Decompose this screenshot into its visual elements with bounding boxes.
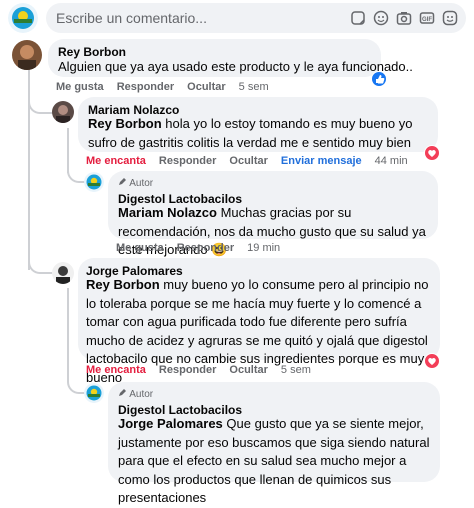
reply-button[interactable]: Responder bbox=[159, 364, 216, 376]
loved-button[interactable]: Me encanta bbox=[86, 155, 146, 167]
thread-curve-3 bbox=[28, 240, 54, 274]
mention-link[interactable]: Rey Borbon bbox=[86, 277, 160, 292]
pencil-icon bbox=[119, 178, 126, 185]
avatar-mariam-nolazco[interactable] bbox=[52, 101, 74, 123]
logo-icon bbox=[8, 3, 38, 33]
logo-icon bbox=[84, 383, 104, 403]
author-badge-label: Autor bbox=[129, 389, 154, 400]
avatar-rey-borbon[interactable] bbox=[12, 40, 42, 70]
send-message-button[interactable]: Enviar mensaje bbox=[281, 155, 362, 167]
timestamp[interactable]: 19 min bbox=[247, 242, 280, 254]
comment-placeholder: Escribe un comentario... bbox=[56, 10, 207, 26]
avatar-digestol-1[interactable] bbox=[84, 172, 104, 192]
author-badge-label: Autor bbox=[129, 178, 154, 189]
comment-bubble-1: Rey Borbon Alguien que ya aya usado este… bbox=[48, 39, 413, 77]
comment-bubble-4: Jorge Palomares Rey Borbon muy bueno yo … bbox=[78, 258, 440, 385]
comment-input[interactable]: Escribe un comentario... GIF bbox=[46, 3, 466, 33]
sticker-icon[interactable] bbox=[350, 10, 366, 26]
mention-link[interactable]: Jorge Palomares bbox=[118, 416, 223, 431]
author-badge: Autor bbox=[118, 388, 153, 400]
logo-icon bbox=[84, 172, 104, 192]
avatar-jorge-palomares[interactable] bbox=[52, 262, 74, 284]
comment-actions-4: Me encanta Responder Ocultar 5 sem bbox=[86, 364, 324, 376]
comment-bubble-3: Autor Digestol Lactobacilos Mariam Nolaz… bbox=[108, 171, 438, 257]
author-badge: Autor bbox=[118, 177, 153, 189]
hide-button[interactable]: Ocultar bbox=[187, 81, 226, 93]
loved-button[interactable]: Me encanta bbox=[86, 364, 146, 376]
gif-icon[interactable]: GIF bbox=[419, 10, 435, 26]
timestamp[interactable]: 44 min bbox=[375, 155, 408, 167]
mention-link[interactable]: Rey Borbon bbox=[88, 116, 162, 131]
page-avatar-composer[interactable] bbox=[8, 3, 38, 33]
thread-curve-2 bbox=[67, 155, 85, 183]
comment-text: Jorge Palomares Que gusto que ya se sien… bbox=[118, 415, 436, 508]
timestamp[interactable]: 5 sem bbox=[239, 81, 269, 93]
comment-actions-3: Me gusta Responder 19 min bbox=[116, 242, 293, 254]
comment-bubble-2: Mariam Nolazco Rey Borbon hola yo lo est… bbox=[78, 97, 438, 152]
timestamp[interactable]: 5 sem bbox=[281, 364, 311, 376]
comment-text: Rey Borbon hola yo lo estoy tomando es m… bbox=[88, 115, 438, 152]
avatar-digestol-2[interactable] bbox=[84, 383, 104, 403]
reply-button[interactable]: Responder bbox=[177, 242, 234, 254]
thread-curve-1 bbox=[28, 80, 54, 114]
thread-curve-4 bbox=[67, 366, 85, 394]
user-photo-icon bbox=[52, 101, 74, 123]
user-photo-icon bbox=[12, 40, 42, 70]
like-button[interactable]: Me gusta bbox=[116, 242, 164, 254]
reply-button[interactable]: Responder bbox=[159, 155, 216, 167]
pencil-icon bbox=[119, 389, 126, 396]
like-reaction-icon[interactable] bbox=[371, 71, 387, 87]
comment-actions-1: Me gusta Responder Ocultar 5 sem bbox=[56, 81, 282, 93]
comment-author[interactable]: Rey Borbon bbox=[58, 45, 126, 59]
comment-bubble-5: Autor Digestol Lactobacilos Jorge Paloma… bbox=[108, 382, 440, 505]
like-button[interactable]: Me gusta bbox=[56, 81, 104, 93]
comment-actions-2: Me encanta Responder Ocultar Enviar mensaje… bbox=[86, 155, 421, 167]
svg-text:GIF: GIF bbox=[422, 17, 432, 23]
emoji-icon[interactable] bbox=[373, 10, 389, 26]
love-reaction-icon[interactable] bbox=[424, 145, 440, 161]
sticker-face-icon[interactable] bbox=[442, 10, 458, 26]
mention-link[interactable]: Mariam Nolazco bbox=[118, 205, 217, 220]
love-reaction-icon[interactable] bbox=[424, 353, 440, 369]
comment-text: Alguien que ya aya usado este producto y… bbox=[58, 59, 413, 74]
hide-button[interactable]: Ocultar bbox=[229, 155, 268, 167]
user-photo-icon bbox=[52, 262, 74, 284]
hide-button[interactable]: Ocultar bbox=[229, 364, 268, 376]
reply-button[interactable]: Responder bbox=[117, 81, 174, 93]
camera-icon[interactable] bbox=[396, 10, 412, 26]
